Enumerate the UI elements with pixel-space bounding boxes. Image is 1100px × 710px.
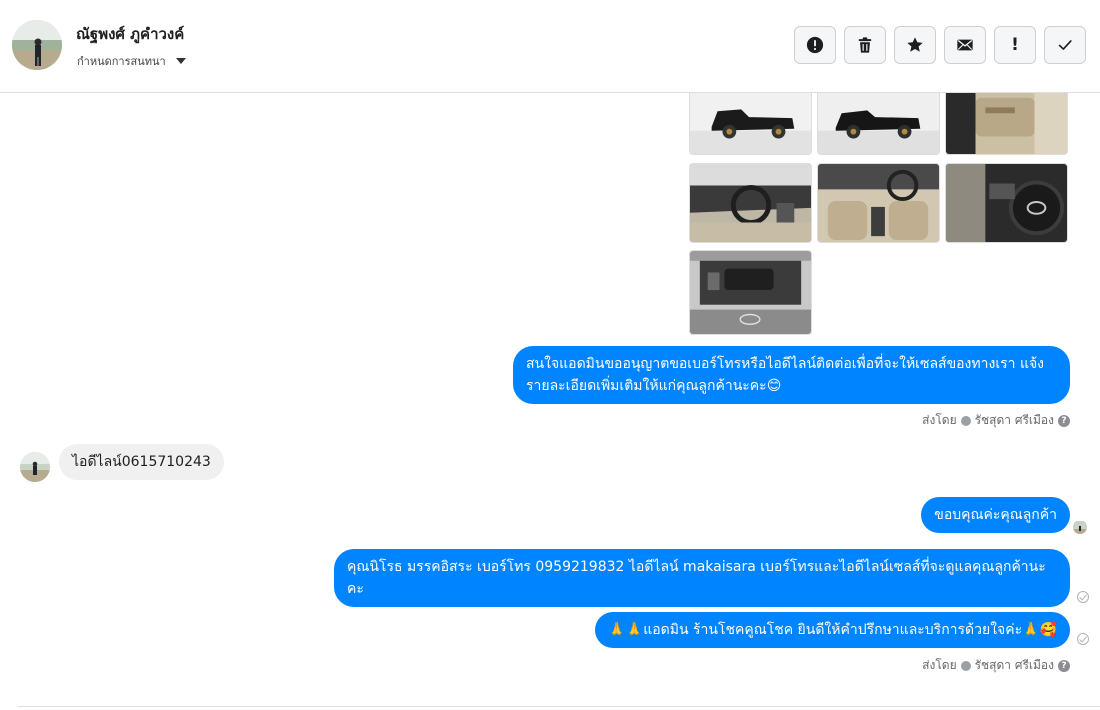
admin-message-2[interactable]: ขอบคุณค่ะคุณลูกค้า: [921, 497, 1070, 533]
help-icon[interactable]: ?: [1058, 414, 1070, 427]
follow-up-button[interactable]: !: [994, 26, 1036, 64]
help-icon[interactable]: ?: [1058, 659, 1070, 672]
sent-by-prefix: ส่งโดย: [922, 658, 957, 672]
trash-icon: [858, 37, 872, 53]
photo-truck-side-1[interactable]: [689, 93, 812, 155]
star-icon: [907, 37, 923, 52]
action-toolbar: !: [794, 26, 1086, 64]
conversation-header: ณัฐพงศ์ ภูคำวงค์ กำหนดการสนทนา !: [0, 0, 1100, 93]
checkmark-icon: [1058, 40, 1072, 50]
admin-message-3[interactable]: คุณนิโรธ มรรคอิสระ เบอร์โทร 0959219832 ไ…: [334, 549, 1070, 607]
photo-engine-bay[interactable]: [689, 250, 812, 335]
assign-conversation-dropdown[interactable]: กำหนดการสนทนา: [77, 52, 186, 70]
alert-circle-icon: [806, 36, 824, 54]
mark-unread-button[interactable]: [944, 26, 986, 64]
chevron-down-icon: [175, 58, 186, 64]
delete-button[interactable]: [844, 26, 886, 64]
admin-message-4[interactable]: 🙏🙏แอดมิน ร้านโชคคูณโชค ยินดีให้คำปรึกษาแ…: [595, 612, 1070, 648]
assign-label: กำหนดการสนทนา: [77, 55, 166, 68]
sent-by-agent[interactable]: รัชสุดา ศรีเมือง: [975, 411, 1054, 430]
photo-front-seats[interactable]: [817, 163, 940, 243]
contact-avatar[interactable]: [12, 20, 62, 70]
delivered-check-icon: [1077, 633, 1089, 645]
spam-button[interactable]: [794, 26, 836, 64]
composer-divider: [18, 706, 1100, 707]
mark-done-button[interactable]: [1044, 26, 1086, 64]
contact-name: ณัฐพงศ์ ภูคำวงค์: [76, 25, 185, 43]
sent-by-label-1: ส่งโดย รัชสุดา ศรีเมือง ?: [922, 411, 1070, 430]
admin-message-1[interactable]: สนใจแอดมินขออนุญาตขอเบอร์โทรหรือไอดีไลน์…: [513, 346, 1070, 404]
agent-avatar-icon: [960, 660, 971, 671]
agent-avatar-icon: [960, 415, 971, 426]
delivered-check-icon: [1077, 591, 1089, 603]
envelope-icon: [957, 39, 973, 51]
star-button[interactable]: [894, 26, 936, 64]
sent-by-agent[interactable]: รัชสุดา ศรีเมือง: [975, 656, 1054, 675]
exclamation-icon: !: [1011, 35, 1019, 55]
photo-dashboard-1[interactable]: [689, 163, 812, 243]
customer-message[interactable]: ไอดีไลน์0615710243: [59, 444, 224, 480]
sent-by-label-2: ส่งโดย รัชสุดา ศรีเมือง ?: [922, 656, 1070, 675]
customer-avatar[interactable]: [20, 452, 50, 482]
photo-truck-side-2[interactable]: [817, 93, 940, 155]
seen-avatar: [1073, 520, 1087, 534]
photo-door-interior[interactable]: [945, 93, 1068, 155]
sent-by-prefix: ส่งโดย: [922, 413, 957, 427]
photo-steering-wheel[interactable]: [945, 163, 1068, 243]
message-thread[interactable]: สนใจแอดมินขออนุญาตขอเบอร์โทรหรือไอดีไลน์…: [0, 93, 1100, 710]
